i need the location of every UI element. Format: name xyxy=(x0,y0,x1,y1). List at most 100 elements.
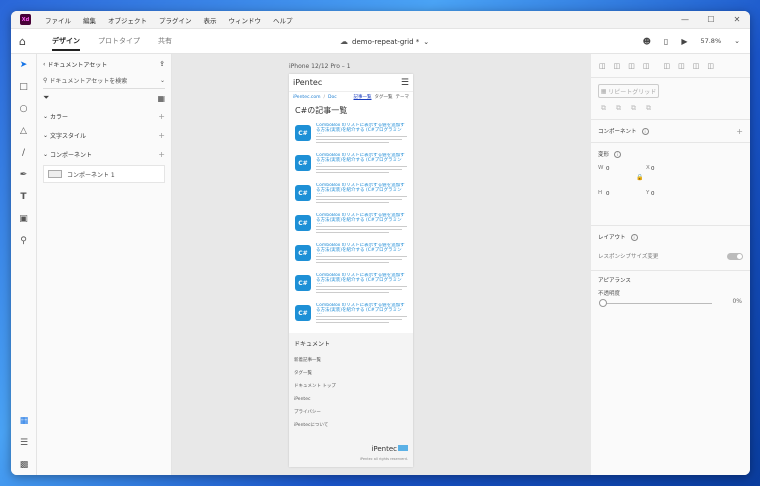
list-item[interactable]: C# ComboBox のリストに表示する値を追加する方法(実装)を紹介する (C… xyxy=(289,298,413,328)
footer-link[interactable]: タグ一覧 xyxy=(294,367,408,380)
add-component-icon[interactable]: + xyxy=(158,150,165,159)
align-bottom-icon[interactable]: ◫ xyxy=(678,62,685,70)
list-item[interactable]: C# ComboBox のリストに表示する値を追加する方法(実装)を紹介する (C… xyxy=(289,268,413,298)
menu-file[interactable]: ファイル xyxy=(39,15,77,25)
item-title[interactable]: ComboBox のリストに表示する値を追加する方法(実装)を紹介する (C#プ… xyxy=(316,123,407,134)
chevron-down-icon[interactable]: ⌄ xyxy=(160,77,165,84)
list-item[interactable]: C# ComboBox のリストに表示する値を追加する方法(実装)を紹介する (C… xyxy=(289,208,413,238)
menu-help[interactable]: ヘルプ xyxy=(267,15,299,25)
distribute-h-icon[interactable]: ◫ xyxy=(707,62,714,70)
footer-link[interactable]: ドキュメント トップ xyxy=(294,380,408,393)
list-item[interactable]: C# ComboBox のリストに表示する値を追加する方法(実装)を紹介する (C… xyxy=(289,178,413,208)
info-icon[interactable]: i xyxy=(630,233,638,241)
exclude-icon[interactable]: ⧉ xyxy=(646,104,651,113)
document-title[interactable]: ☁ demo-repeat-grid * ⌄ xyxy=(340,29,429,54)
artboard-tool-icon[interactable]: ▣ xyxy=(11,208,36,230)
menu-object[interactable]: オブジェクト xyxy=(102,15,153,25)
menu-view[interactable]: 表示 xyxy=(198,15,223,25)
list-item[interactable]: C# ComboBox のリストに表示する値を追加する方法(実装)を紹介する (C… xyxy=(289,118,413,148)
minimize-icon[interactable]: — xyxy=(672,15,698,24)
menu-edit[interactable]: 編集 xyxy=(77,15,102,25)
x-field[interactable]: 0 xyxy=(651,166,655,172)
item-title[interactable]: ComboBox のリストに表示する値を追加する方法(実装)を紹介する (C#プ… xyxy=(316,183,407,194)
footer-link[interactable]: 新着記事一覧 xyxy=(294,354,408,367)
width-field[interactable]: 0 xyxy=(606,166,610,172)
item-title[interactable]: ComboBox のリストに表示する値を追加する方法(実装)を紹介する (C#プ… xyxy=(316,153,407,164)
subtract-icon[interactable]: ⧉ xyxy=(616,104,621,113)
opacity-value[interactable]: 0% xyxy=(732,298,742,305)
tab-prototype[interactable]: プロトタイプ xyxy=(89,29,149,54)
home-icon[interactable]: ⌂ xyxy=(19,35,33,48)
slider-knob[interactable] xyxy=(599,299,607,307)
menu-plugins[interactable]: プラグイン xyxy=(153,15,198,25)
repeat-grid-button[interactable]: ▦ リピートグリッド xyxy=(598,84,659,98)
breadcrumb-doc[interactable]: Doc xyxy=(328,95,337,100)
align-right-icon[interactable]: ◫ xyxy=(628,62,635,70)
coediting-icon[interactable]: ☻ xyxy=(643,37,651,46)
align-middle-icon[interactable]: ◫ xyxy=(664,62,671,70)
breadcrumb-home[interactable]: iPentec.com xyxy=(293,95,320,100)
maximize-icon[interactable]: ☐ xyxy=(698,15,724,24)
polygon-tool-icon[interactable]: △ xyxy=(11,120,36,142)
opacity-slider[interactable]: 0% xyxy=(599,297,742,311)
nav-tags[interactable]: タグ一覧 xyxy=(375,94,393,100)
item-title[interactable]: ComboBox のリストに表示する値を追加する方法(実装)を紹介する (C#プ… xyxy=(316,273,407,284)
intersect-icon[interactable]: ⧉ xyxy=(631,104,636,113)
zoom-tool-icon[interactable]: ⚲ xyxy=(11,230,36,252)
distribute-icon[interactable]: ◫ xyxy=(693,62,700,70)
line-tool-icon[interactable]: ∕ xyxy=(11,142,36,164)
info-icon[interactable]: i xyxy=(614,150,622,158)
footer-link[interactable]: プライバシー xyxy=(294,406,408,419)
height-field[interactable]: 0 xyxy=(606,191,610,197)
page-logo[interactable]: iPentec xyxy=(293,78,322,87)
text-tool-icon[interactable]: T xyxy=(11,186,36,208)
footer-link[interactable]: iPentec xyxy=(294,393,408,406)
list-item[interactable]: C# ComboBox のリストに表示する値を追加する方法(実装)を紹介する (C… xyxy=(289,238,413,268)
footer-link[interactable]: iPentecについて xyxy=(294,419,408,432)
list-item[interactable]: C# ComboBox のリストに表示する値を追加する方法(実装)を紹介する (C… xyxy=(289,148,413,178)
grid-view-icon[interactable]: ▦ xyxy=(157,94,165,103)
y-field[interactable]: 0 xyxy=(651,191,655,197)
nav-themes[interactable]: テーマ xyxy=(396,94,410,100)
rectangle-tool-icon[interactable]: □ xyxy=(11,76,36,98)
item-title[interactable]: ComboBox のリストに表示する値を追加する方法(実装)を紹介する (C#プ… xyxy=(316,303,407,314)
export-icon[interactable]: ⇪ xyxy=(159,60,165,68)
plugins-panel-icon[interactable]: ▩ xyxy=(11,454,37,475)
ellipse-tool-icon[interactable]: ○ xyxy=(11,98,36,120)
add-icon[interactable]: ⧉ xyxy=(601,104,606,113)
hamburger-icon[interactable]: ☰ xyxy=(401,78,409,88)
align-left-icon[interactable]: ◫ xyxy=(599,62,606,70)
select-tool-icon[interactable]: ➤ xyxy=(11,54,36,76)
text-styles-section[interactable]: ⌄ 文字スタイル + xyxy=(43,126,165,145)
assets-panel-icon[interactable]: ▦ xyxy=(11,410,37,432)
components-section[interactable]: ⌄ コンポーネント + xyxy=(43,145,165,164)
menu-window[interactable]: ウィンドウ xyxy=(223,15,268,25)
device-preview-icon[interactable]: ▯ xyxy=(664,37,668,46)
align-center-icon[interactable]: ◫ xyxy=(614,62,621,70)
nav-articles[interactable]: 記事一覧 xyxy=(354,94,372,100)
responsive-toggle[interactable] xyxy=(727,252,743,260)
add-text-style-icon[interactable]: + xyxy=(158,131,165,140)
canvas[interactable]: iPhone 12/12 Pro – 1 iPentec ☰ iPentec.c… xyxy=(172,54,591,475)
align-top-icon[interactable]: ◫ xyxy=(643,62,650,70)
tab-share[interactable]: 共有 xyxy=(149,29,181,54)
zoom-level[interactable]: 57.8% xyxy=(700,37,721,45)
add-component-icon[interactable]: + xyxy=(736,127,743,136)
item-title[interactable]: ComboBox のリストに表示する値を追加する方法(実装)を紹介する (C#プ… xyxy=(316,213,407,224)
repeat-grid[interactable]: C# ComboBox のリストに表示する値を追加する方法(実装)を紹介する (C… xyxy=(289,118,413,328)
layers-panel-icon[interactable]: ☰ xyxy=(11,432,37,454)
item-title[interactable]: ComboBox のリストに表示する値を追加する方法(実装)を紹介する (C#プ… xyxy=(316,243,407,254)
play-icon[interactable]: ▶ xyxy=(681,37,687,46)
artboard[interactable]: iPentec ☰ iPentec.com / Doc 記事一覧 タグ一覧 テー… xyxy=(289,74,413,467)
pen-tool-icon[interactable]: ✒ xyxy=(11,164,36,186)
add-color-icon[interactable]: + xyxy=(158,112,165,121)
zoom-chevron-icon[interactable]: ⌄ xyxy=(734,37,740,45)
component-item[interactable]: コンポーネント 1 xyxy=(43,165,165,183)
close-icon[interactable]: ✕ xyxy=(724,15,750,24)
search-input[interactable]: ドキュメントアセットを検索 xyxy=(49,76,127,85)
artboard-label[interactable]: iPhone 12/12 Pro – 1 xyxy=(289,63,351,70)
lock-icon[interactable]: 🔒 xyxy=(636,174,643,181)
filter-icon[interactable]: ⏷ xyxy=(43,93,49,103)
info-icon[interactable]: i xyxy=(641,127,649,135)
asset-search[interactable]: ⚲ ドキュメントアセットを検索 ⌄ xyxy=(43,73,165,89)
